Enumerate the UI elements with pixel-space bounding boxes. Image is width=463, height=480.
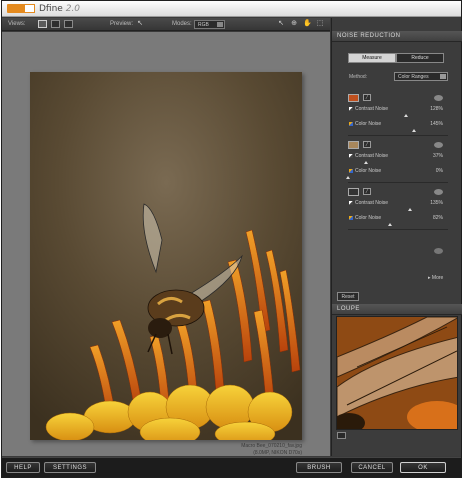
method-select[interactable]: Color Ranges <box>394 72 448 81</box>
app-version: 2.0 <box>65 4 81 14</box>
contrast-noise-value: 37% <box>432 153 443 159</box>
color-noise-icon <box>349 216 353 220</box>
eyedropper-icon[interactable]: ⁄ <box>363 94 371 101</box>
brush-button[interactable]: BRUSH <box>296 462 342 473</box>
visibility-eye-icon[interactable] <box>434 95 443 101</box>
zoom-icon[interactable]: ⊕ <box>290 20 298 28</box>
contrast-noise-value: 128% <box>430 106 443 112</box>
loupe-header[interactable]: LOUPE <box>332 304 462 315</box>
preview-canvas[interactable]: Macro Bee_070210_fav.jpg (8.0MP, NIKON D… <box>2 32 330 456</box>
right-panel: NOISE REDUCTION Measure Reduce Method: C… <box>331 18 462 456</box>
contrast-noise-slider[interactable] <box>404 114 408 117</box>
color-noise-label: Color Noise <box>355 168 382 174</box>
split-view-icon[interactable] <box>51 20 60 28</box>
range-divider <box>348 135 448 136</box>
eyedropper-icon[interactable]: ⁄ <box>363 188 371 195</box>
color-noise-slider[interactable] <box>388 223 392 226</box>
contrast-noise-slider[interactable] <box>408 208 412 211</box>
ok-button[interactable]: OK <box>400 462 446 473</box>
range-divider <box>348 182 448 183</box>
photo-filename: Macro Bee_070210_fav.jpg <box>241 443 302 449</box>
color-noise-value: 145% <box>430 121 443 127</box>
bee-photo <box>30 72 302 440</box>
app-title: Dfine 2.0 <box>39 4 80 14</box>
contrast-noise-slider[interactable] <box>364 161 368 164</box>
bottom-bar: HELP SETTINGS BRUSH CANCEL OK <box>2 457 461 477</box>
contrast-noise-label: Contrast Noise <box>355 106 389 112</box>
contrast-noise-label: Contrast Noise <box>355 153 389 159</box>
photo-caption: Macro Bee_070210_fav.jpg (8.0MP, NIKON D… <box>241 443 302 457</box>
add-range-icon[interactable] <box>434 248 443 254</box>
help-button[interactable]: HELP <box>6 462 40 473</box>
contrast-noise-icon <box>349 154 353 158</box>
bee-image <box>30 72 302 440</box>
color-noise-slider[interactable] <box>412 129 416 132</box>
color-noise-label: Color Noise <box>355 215 382 221</box>
nik-logo-icon <box>7 4 35 13</box>
visibility-eye-icon[interactable] <box>434 189 443 195</box>
app-name: Dfine <box>39 4 63 14</box>
mode-value: RGB <box>198 22 209 28</box>
mode-select[interactable]: RGB <box>194 20 225 29</box>
contrast-noise-label: Contrast Noise <box>355 200 389 206</box>
settings-button[interactable]: SETTINGS <box>44 462 96 473</box>
range-color-swatch[interactable] <box>348 94 359 102</box>
loupe-pin-icon[interactable] <box>337 432 346 439</box>
color-noise-value: 82% <box>432 215 443 221</box>
chevron-down-icon <box>217 22 223 27</box>
measure-button[interactable]: Measure <box>348 53 396 63</box>
cancel-button[interactable]: CANCEL <box>351 462 393 473</box>
reset-button[interactable]: Reset <box>337 292 359 301</box>
views-label: Views: <box>8 21 26 27</box>
eyedropper-icon[interactable]: ⁄ <box>363 141 371 148</box>
visibility-eye-icon[interactable] <box>434 142 443 148</box>
color-noise-icon <box>349 169 353 173</box>
method-label: Method: <box>349 74 368 80</box>
preview-cursor-icon[interactable]: ↖ <box>136 20 144 28</box>
hand-icon[interactable]: ✋ <box>303 20 312 28</box>
more-button[interactable]: ▸ More <box>428 275 443 281</box>
color-noise-label: Color Noise <box>355 121 382 127</box>
method-value: Color Ranges <box>398 74 429 80</box>
color-noise-slider[interactable] <box>346 176 350 179</box>
noise-reduction-header[interactable]: NOISE REDUCTION <box>332 31 462 42</box>
loupe-view <box>336 316 458 430</box>
chevron-down-icon <box>440 74 446 79</box>
title-bar: Dfine 2.0 <box>2 1 461 17</box>
pointer-icon[interactable]: ↖ <box>277 20 285 28</box>
range-color-swatch[interactable] <box>348 141 359 149</box>
contrast-noise-icon <box>349 201 353 205</box>
contrast-noise-icon <box>349 107 353 111</box>
view-toolbar: Views: Preview: ↖ Modes: RGB ↖ ⊕ ✋ ⬚ <box>2 18 330 31</box>
more-label: More <box>431 275 444 281</box>
dfine-window: Dfine 2.0 Views: Preview: ↖ Modes: RGB ↖… <box>1 0 462 478</box>
range-divider <box>348 229 448 230</box>
modes-label: Modes: <box>172 21 192 27</box>
photo-meta: (8.0MP, NIKON D70s) <box>253 450 302 456</box>
side-by-side-icon[interactable] <box>64 20 73 28</box>
reduce-button[interactable]: Reduce <box>396 53 444 63</box>
fit-icon[interactable]: ⬚ <box>316 20 324 28</box>
single-view-icon[interactable] <box>38 20 47 28</box>
color-noise-value: 0% <box>435 168 443 174</box>
preview-label: Preview: <box>110 21 134 27</box>
contrast-noise-value: 135% <box>430 200 443 206</box>
loupe-image <box>337 317 457 429</box>
range-color-swatch[interactable] <box>348 188 359 196</box>
color-noise-icon <box>349 122 353 126</box>
